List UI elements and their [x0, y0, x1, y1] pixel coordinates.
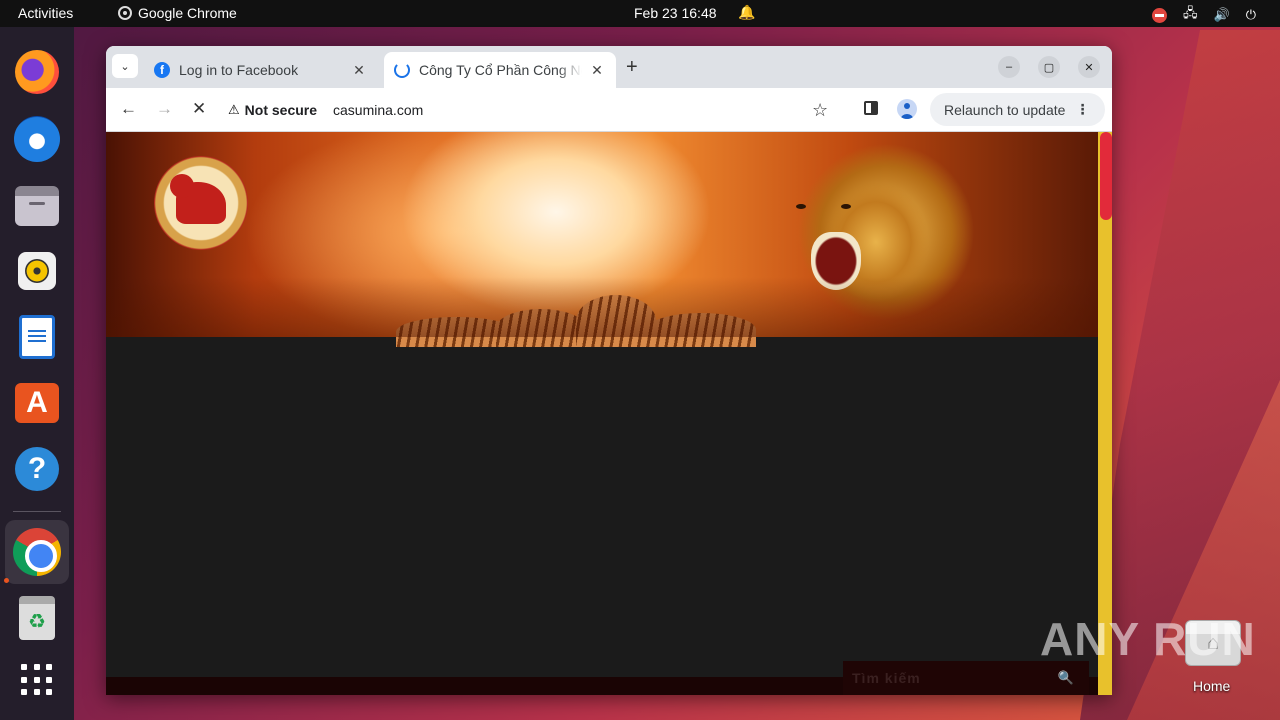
chrome-window: ⌄ f Log in to Facebook ✕ Công Ty Cổ Phần… — [106, 46, 1112, 695]
lion-mouth — [811, 232, 861, 290]
relaunch-button[interactable]: Relaunch to update ⋮ — [930, 93, 1105, 126]
maximize-icon: ▢ — [1043, 61, 1055, 74]
close-icon[interactable]: ✕ — [350, 62, 368, 79]
dock-item-trash[interactable]: ♻ — [13, 594, 61, 642]
loading-icon — [394, 62, 410, 78]
address-bar[interactable]: ⚠ Not secure casumina.com — [228, 93, 846, 127]
notification-bell-icon: 🔔 — [738, 4, 756, 20]
app-center-icon: A — [15, 383, 59, 423]
relaunch-label: Relaunch to update — [944, 101, 1066, 118]
anyrun-watermark: ANY RUN — [1040, 613, 1256, 665]
close-icon: ✕ — [1084, 61, 1094, 74]
tab-casumina[interactable]: Công Ty Cổ Phần Công Nghiệp Cao Su Miền … — [384, 52, 616, 88]
top-bar: Activities Google Chrome Feb 23 16:48 🔔 … — [0, 0, 1280, 27]
activities-button[interactable]: Activities — [18, 5, 73, 21]
tab-search-button[interactable]: ⌄ — [112, 54, 138, 78]
libreoffice-writer-icon — [19, 315, 55, 359]
power-icon: ⏻ — [1245, 7, 1256, 22]
tab-bar: ⌄ f Log in to Facebook ✕ Công Ty Cổ Phần… — [106, 46, 1112, 88]
kebab-menu-icon: ⋮ — [1075, 101, 1090, 117]
thunderbird-icon — [14, 116, 60, 162]
facebook-icon: f — [154, 62, 170, 78]
scrollbar-thumb[interactable] — [1100, 132, 1112, 220]
dock-separator — [13, 511, 61, 512]
dock-item-thunderbird[interactable] — [13, 115, 61, 163]
help-icon: ? — [15, 447, 59, 491]
search-placeholder: Tìm kiếm — [852, 670, 921, 686]
side-panel-icon[interactable] — [864, 101, 878, 115]
show-apps-button[interactable] — [13, 656, 61, 704]
tab-title: Công Ty Cổ Phần Công Nghiệp Cao Su Miền … — [419, 62, 582, 78]
system-tray[interactable]: 🖧 🔊 ⏻ — [1152, 4, 1256, 26]
bookmark-star-icon[interactable]: ☆ — [812, 100, 828, 121]
dock-item-app-center[interactable]: A — [13, 379, 61, 427]
dock-item-writer[interactable] — [13, 313, 61, 361]
volume-icon: 🔊 — [1213, 7, 1230, 22]
home-folder-label[interactable]: Home — [1193, 678, 1230, 694]
chrome-app-icon — [118, 6, 132, 20]
stop-button[interactable]: ✕ — [192, 99, 206, 119]
minimize-button[interactable]: – — [998, 56, 1020, 78]
warning-icon: ⚠ — [228, 102, 240, 117]
close-icon[interactable]: ✕ — [588, 62, 606, 79]
dock-item-help[interactable]: ? — [13, 445, 61, 493]
dock-item-rhythmbox[interactable] — [13, 247, 61, 295]
chevron-down-icon: ⌄ — [120, 60, 130, 73]
dock-item-files[interactable] — [13, 182, 61, 230]
close-window-button[interactable]: ✕ — [1078, 56, 1100, 78]
maximize-button[interactable]: ▢ — [1038, 56, 1060, 78]
running-indicator — [4, 578, 9, 583]
tab-facebook[interactable]: f Log in to Facebook ✕ — [144, 52, 378, 88]
lion-eye — [841, 204, 851, 209]
tires-image — [386, 292, 766, 347]
trash-icon: ♻ — [19, 596, 55, 640]
hero-banner — [106, 132, 1098, 347]
dock-item-firefox[interactable] — [13, 48, 61, 96]
tab-title: Log in to Facebook — [179, 62, 299, 78]
network-icon: 🖧 — [1183, 5, 1198, 20]
do-not-disturb-icon — [1152, 7, 1168, 23]
minimize-icon: – — [1005, 61, 1013, 73]
lion-image — [766, 132, 996, 337]
clock[interactable]: Feb 23 16:48 — [634, 5, 717, 21]
firefox-icon — [15, 50, 59, 94]
new-tab-button[interactable]: + — [626, 56, 638, 79]
lion-eye — [796, 204, 806, 209]
page-viewport: Tìm kiếm 🔍 — [106, 132, 1112, 695]
toolbar: ← → ✕ ⚠ Not secure casumina.com ☆ Relaun… — [106, 88, 1112, 132]
profile-avatar-icon[interactable] — [897, 99, 917, 119]
security-label[interactable]: Not secure — [245, 102, 317, 118]
casumina-logo[interactable] — [154, 156, 248, 250]
app-menu-label: Google Chrome — [138, 5, 237, 21]
rhythmbox-icon — [18, 252, 56, 290]
forward-button[interactable]: → — [156, 99, 173, 119]
files-icon — [15, 186, 59, 226]
chrome-icon — [13, 528, 61, 576]
search-input[interactable]: Tìm kiếm 🔍 — [843, 661, 1089, 695]
search-icon[interactable]: 🔍 — [1058, 670, 1075, 686]
dock: A ? ♻ — [0, 27, 74, 720]
app-menu[interactable]: Google Chrome — [118, 5, 237, 21]
lion-logo-icon — [170, 174, 226, 224]
dock-item-chrome[interactable] — [5, 520, 69, 584]
show-apps-icon — [21, 664, 53, 696]
back-button[interactable]: ← — [120, 99, 137, 119]
url-text[interactable]: casumina.com — [333, 102, 423, 118]
